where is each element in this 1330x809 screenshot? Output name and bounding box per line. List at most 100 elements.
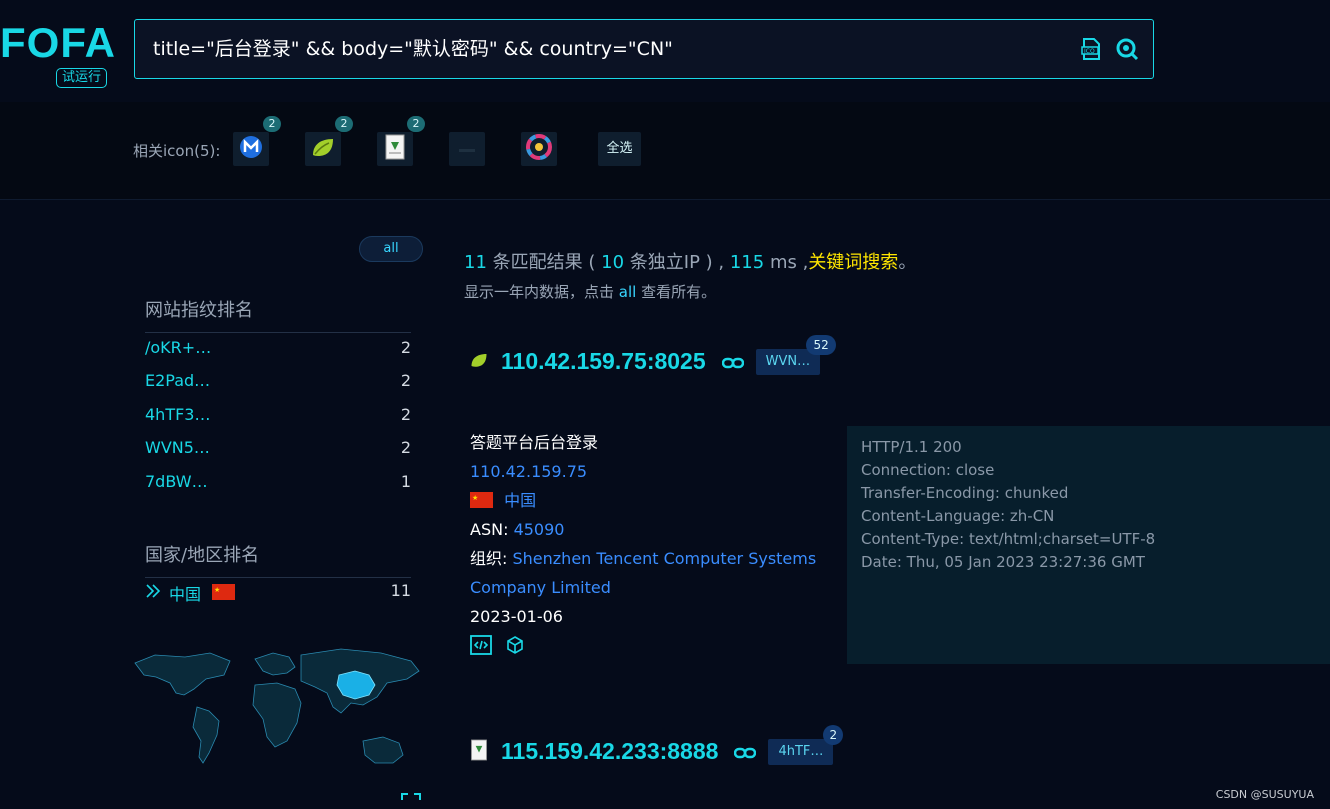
fingerprint-name: WVN5… — [145, 438, 210, 457]
country-count: 11 — [390, 581, 411, 600]
code-icon[interactable] — [470, 635, 497, 659]
china-flag-icon: ★ — [212, 584, 235, 604]
double-chevron-right-icon — [145, 583, 161, 603]
fofa-logo[interactable]: FOFA 试运行 — [0, 18, 120, 92]
m-logo-icon — [239, 135, 263, 163]
country-rank-item[interactable]: 中国 ★ 11 — [145, 581, 411, 605]
document-icon — [383, 134, 407, 164]
fingerprint-rank-title: 网站指纹排名 — [145, 296, 411, 333]
notice-text-b: 查看所有。 — [641, 283, 717, 301]
logo-text: FOFA — [0, 19, 116, 66]
asn-line: ASN: 45090 — [470, 515, 830, 544]
fingerprint-tag-label: 4hTF… — [778, 743, 824, 759]
result-header: 110.42.159.75:8025 WVN… 52 — [469, 334, 837, 375]
beta-badge: 试运行 — [56, 68, 108, 88]
expand-icon[interactable] — [400, 792, 422, 809]
result-host-link[interactable]: 115.159.42.233:8888 — [501, 738, 718, 765]
unique-ip-count: 10 — [601, 252, 625, 273]
china-flag-icon: ★ — [470, 491, 493, 510]
fingerprint-tag[interactable]: 4hTF… 2 — [768, 724, 844, 765]
site-title: 答题平台后台登录 — [470, 433, 599, 452]
fingerprint-rank-item[interactable]: E2Pad… 2 — [145, 371, 411, 395]
fingerprint-tag-count: 2 — [823, 724, 844, 745]
svg-text:★: ★ — [472, 494, 478, 502]
fingerprint-tag-label: WVN… — [765, 353, 811, 369]
summary-period: 。 — [898, 252, 917, 273]
result-actions — [470, 631, 830, 664]
country-link[interactable]: 中国 — [504, 491, 536, 510]
icon-count-badge: 2 — [335, 116, 353, 132]
fingerprint-count: 2 — [400, 405, 411, 424]
fingerprint-name: /oKR+… — [145, 338, 212, 357]
fingerprint-count: 2 — [400, 338, 411, 357]
header-line: Content-Type: text/html;charset=UTF-8 — [861, 530, 1156, 548]
result-summary: 11 条匹配结果 ( 10 条独立IP ) , 115 ms ,关键词搜索。 — [464, 248, 916, 274]
search-box: ICO — [134, 19, 1154, 79]
all-toggle-button[interactable]: all — [359, 236, 423, 262]
result-header: 115.159.42.233:8888 4hTF… 2 — [469, 724, 844, 765]
icon-count-badge: 2 — [263, 116, 281, 132]
update-date: 2023-01-06 — [470, 607, 563, 626]
watermark: CSDN @SUSUYUA — [1215, 788, 1314, 801]
svg-text:★: ★ — [214, 586, 220, 594]
country-rank-title: 国家/地区排名 — [145, 541, 411, 578]
fingerprint-rank-item[interactable]: 4hTF3… 2 — [145, 405, 411, 429]
related-icon-tile[interactable] — [449, 132, 485, 166]
related-icon-tile[interactable]: 2 — [305, 116, 353, 166]
ip-link[interactable]: 110.42.159.75 — [470, 457, 830, 486]
country-line: ★ 中国 — [470, 486, 830, 515]
related-icon-tile[interactable]: 2 — [233, 116, 281, 166]
org-label: 组织: — [470, 549, 508, 568]
link-icon[interactable] — [734, 745, 757, 759]
leaf-icon — [469, 351, 489, 373]
header-line: Connection: close — [861, 461, 995, 479]
icon-count-badge: 2 — [407, 116, 425, 132]
fingerprint-rank-item[interactable]: WVN5… 2 — [145, 438, 411, 462]
related-icons-bar: 相关icon(5): 2 2 2 全选 — [0, 102, 1330, 200]
blank-icon — [457, 140, 477, 159]
related-icon-tile[interactable] — [521, 132, 557, 166]
search-input[interactable] — [153, 20, 1053, 78]
top-header: FOFA 试运行 ICO — [0, 0, 1330, 102]
fingerprint-rank-item[interactable]: /oKR+… 2 — [145, 338, 411, 362]
ico-upload-icon[interactable]: ICO — [1079, 37, 1103, 61]
fingerprint-name: E2Pad… — [145, 371, 211, 390]
asn-link[interactable]: 45090 — [514, 520, 565, 539]
org-link[interactable]: Shenzhen Tencent Computer Systems Compan… — [470, 549, 816, 597]
header-line: HTTP/1.1 200 — [861, 438, 962, 456]
keyword-search-link[interactable]: 关键词搜索 — [808, 252, 898, 273]
ring-logo-icon — [526, 134, 552, 164]
show-all-link[interactable]: all — [619, 283, 637, 301]
cube-icon[interactable] — [505, 636, 525, 659]
org-line: 组织: Shenzhen Tencent Computer Systems Co… — [470, 544, 830, 602]
fingerprint-count: 2 — [400, 438, 411, 457]
response-headers-panel: HTTP/1.1 200 Connection: close Transfer-… — [847, 426, 1330, 664]
world-map[interactable] — [133, 645, 423, 800]
svg-text:ICO: ICO — [1084, 48, 1095, 55]
one-year-notice: 显示一年内数据，点击 all 查看所有。 — [464, 281, 716, 302]
notice-text-a: 显示一年内数据，点击 — [464, 283, 615, 301]
fingerprint-tag-count: 52 — [806, 334, 837, 355]
leaf-icon — [310, 135, 336, 163]
header-line: Transfer-Encoding: chunked — [861, 484, 1069, 502]
fingerprint-count: 2 — [400, 371, 411, 390]
header-line: Date: Thu, 05 Jan 2023 23:27:36 GMT — [861, 553, 1145, 571]
match-count-text: 条匹配结果 ( — [492, 252, 596, 273]
document-icon — [469, 739, 489, 765]
fingerprint-name: 7dBW… — [145, 472, 208, 491]
select-all-button[interactable]: 全选 — [598, 132, 641, 166]
result-host-link[interactable]: 110.42.159.75:8025 — [501, 348, 706, 375]
link-icon[interactable] — [721, 355, 744, 369]
fingerprint-count: 1 — [400, 472, 411, 491]
elapsed-ms: 115 — [729, 252, 765, 273]
related-icon-tile[interactable]: 2 — [377, 116, 425, 166]
unique-ip-text: 条独立IP ) , — [629, 252, 725, 273]
fingerprint-name: 4hTF3… — [145, 405, 211, 424]
fingerprint-tag[interactable]: WVN… 52 — [755, 334, 837, 375]
fingerprint-rank-item[interactable]: 7dBW… 1 — [145, 472, 411, 496]
search-icon[interactable] — [1115, 37, 1139, 61]
search-actions: ICO — [1079, 37, 1139, 61]
result-info: 答题平台后台登录 110.42.159.75 ★ 中国 ASN: 45090 组… — [470, 428, 830, 664]
header-line: Content-Language: zh-CN — [861, 507, 1055, 525]
related-icons-label: 相关icon(5): — [133, 142, 221, 160]
